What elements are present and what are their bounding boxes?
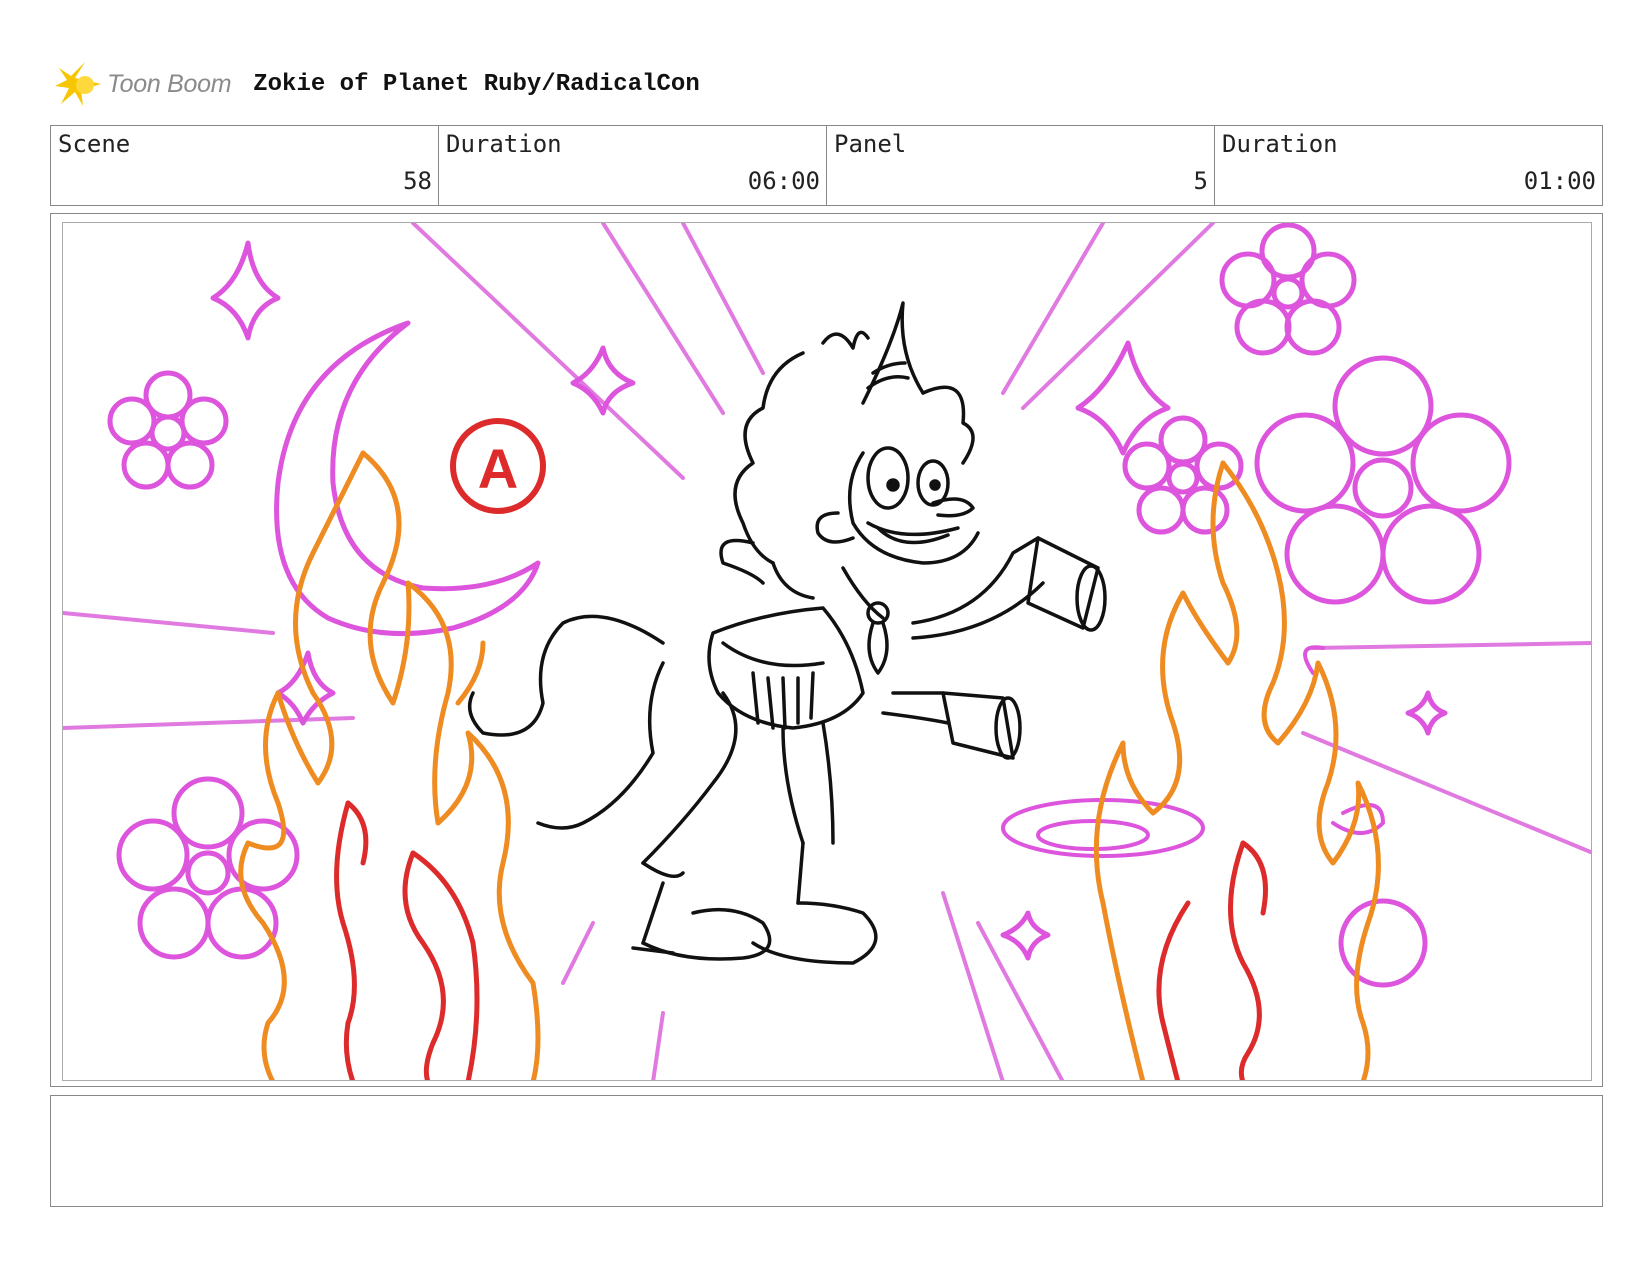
flames-right-inner: [1156, 840, 1268, 1080]
logo-text: Toon Boom: [107, 69, 232, 98]
panel-notes-box: [50, 1095, 1603, 1207]
panel-label: Panel: [834, 130, 907, 158]
flames-left: [238, 450, 541, 1080]
panel-sketch: A: [63, 223, 1591, 1080]
panel-drawing-area: A: [62, 222, 1592, 1081]
speed-lines: [63, 223, 1591, 1080]
sparkles: [210, 240, 1448, 961]
panel-duration-cell: Duration 01:00: [1215, 126, 1602, 205]
scene-value: 58: [403, 167, 432, 195]
panel-duration-label: Duration: [1222, 130, 1338, 158]
toon-boom-logo: Toon Boom: [55, 60, 232, 108]
scene-duration-cell: Duration 06:00: [439, 126, 827, 205]
scene-duration-value: 06:00: [747, 167, 820, 195]
flames-right: [1093, 460, 1381, 1080]
scene-label: Scene: [58, 130, 131, 158]
scene-info-table: Scene 58 Duration 06:00 Panel 5 Duration…: [50, 125, 1603, 206]
panel-cell: Panel 5: [827, 126, 1215, 205]
panel-value: 5: [1193, 167, 1208, 195]
flames-left-inner: [334, 800, 480, 1080]
starburst-icon: [55, 62, 101, 106]
storyboard-panel: A: [50, 213, 1603, 1087]
character-sketch: [467, 301, 1107, 965]
page-header: Toon Boom Zokie of Planet Ruby/RadicalCo…: [55, 58, 700, 110]
project-title: Zokie of Planet Ruby/RadicalCon: [253, 70, 700, 98]
panel-duration-value: 01:00: [1523, 167, 1596, 195]
marker-a: A: [450, 418, 546, 514]
scene-duration-label: Duration: [446, 130, 562, 158]
flowers: [107, 223, 1512, 988]
scene-cell: Scene 58: [51, 126, 439, 205]
marker-letter: A: [478, 437, 518, 500]
